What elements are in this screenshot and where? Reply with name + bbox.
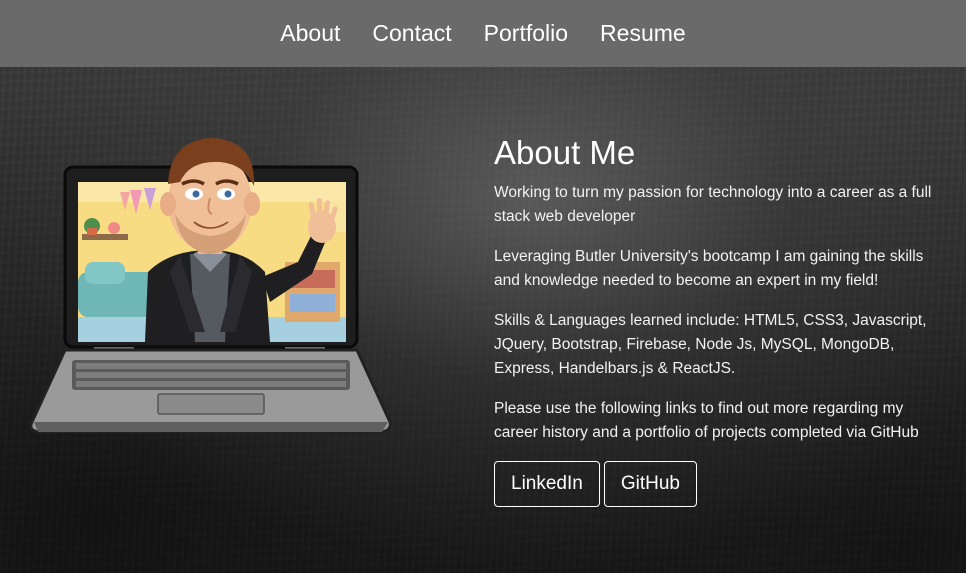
about-section: About Me Working to turn my passion for … [494,133,934,507]
github-button[interactable]: GitHub [603,461,697,507]
top-nav: About Contact Portfolio Resume [0,0,966,67]
profile-links: LinkedIn GitHub [494,461,934,507]
about-skills-paragraph: Skills & Languages learned include: HTML… [494,312,927,377]
page: About Contact Portfolio Resume About Me … [0,0,966,573]
about-links-paragraph: Please use the following links to find o… [494,400,919,441]
nav-contact-link[interactable]: Contact [372,20,451,47]
about-bootcamp-paragraph: Leveraging Butler University's bootcamp … [494,248,924,289]
avatar-laptop-image [29,138,392,434]
about-title: About Me [494,134,636,171]
avatar-laptop-illustration [29,122,395,437]
about-intro-paragraph: Working to turn my passion for technolog… [494,184,932,225]
nav-portfolio-link[interactable]: Portfolio [484,20,568,47]
nav-resume-link[interactable]: Resume [600,20,686,47]
nav-about-link[interactable]: About [280,20,340,47]
linkedin-button[interactable]: LinkedIn [494,461,600,507]
